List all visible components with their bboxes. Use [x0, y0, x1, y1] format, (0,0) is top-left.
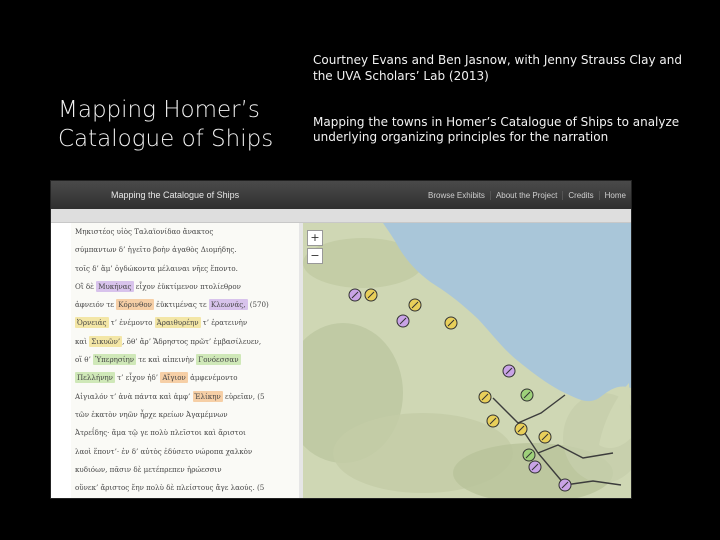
slide-title: Mapping Homer’s Catalogue of Ships	[58, 97, 274, 152]
text-segment: εὐρεῖαν, (5	[222, 391, 265, 401]
text-segment: Ἀτρεΐδης· ἅμα τῷ γε πολὺ πλεῖστοι καὶ ἄρ…	[75, 428, 246, 438]
zoom-out-button[interactable]: −	[307, 248, 323, 264]
place-name-highlight[interactable]: Ὑπερησίην	[93, 354, 137, 366]
text-segment: τε καὶ αἰπεινὴν	[136, 355, 197, 365]
place-name-highlight[interactable]: Μυκήνας	[96, 280, 134, 292]
text-segment: Αἰγιαλόν τ’ ἀνὰ πάντα καὶ ἀμφ’	[75, 391, 193, 401]
text-segment: κυδιόων, πᾶσιν δὲ μετέπρεπεν ἡρώεσσιν	[75, 464, 222, 474]
place-name-highlight[interactable]: Κόρινθον	[116, 299, 154, 311]
map-zoom-control: + −	[307, 230, 323, 266]
slide-credits: Courtney Evans and Ben Jasnow, with Jenn…	[313, 53, 682, 83]
text-segment: (570)	[247, 300, 269, 310]
text-segment: λαοὶ ἕποντ’· ἐν δ’ αὐτὸς ἐδύσετο νώροπα …	[75, 446, 253, 456]
map-canvas[interactable]	[303, 223, 631, 498]
text-line: ἀφνειόν τε Κόρινθον ἐϋκτιμένας τε Κλεωνά…	[71, 296, 299, 314]
text-segment: τ’ εἶχον ἠδ’	[114, 373, 161, 383]
text-segment: Οἳ δὲ	[75, 281, 97, 291]
zoom-in-button[interactable]: +	[307, 230, 323, 246]
place-name-highlight[interactable]: Ἑλίκην	[192, 390, 223, 402]
place-name-highlight[interactable]: Ὀρνειάς	[75, 317, 109, 329]
text-segment: τ’ ἐνέμοντο	[108, 318, 155, 328]
text-line: οἵ θ’ Ὑπερησίην τε καὶ αἰπεινὴν Γονόεσσα…	[71, 351, 299, 369]
text-line: Οἳ δὲ Μυκήνας εἶχον ἐϋκτίμενον πτολίεθρο…	[71, 278, 299, 296]
text-line: Πελλήνην τ’ εἶχον ἠδ’ Αἴγιον ἀμφενέμοντο	[71, 369, 299, 387]
nav-browse-exhibits[interactable]: Browse Exhibits	[423, 191, 490, 200]
map-view[interactable]	[303, 223, 631, 498]
place-name-highlight[interactable]: Κλεωνάς,	[208, 299, 248, 311]
text-line: Ἀτρεΐδης· ἅμα τῷ γε πολὺ πλεῖστοι καὶ ἄρ…	[71, 424, 299, 442]
place-name-highlight[interactable]: Πελλήνην	[75, 372, 115, 384]
text-line: τοῖς δ’ ἅμ’ ὀγδώκοντα μέλαιναι νῆες ἕπον…	[71, 260, 299, 278]
text-segment: σύμπαντων δ’ ἡγεῖτο βοὴν ἀγαθὸς Διομήδης…	[75, 245, 237, 255]
text-segment: τῶν ἑκατὸν νηῶν ἦρχε κρείων Ἀγαμέμνων	[75, 409, 228, 419]
text-line: Μηκιστέος υἱὸς Ταλαϊονίδαο ἄνακτος	[71, 223, 299, 241]
slide-description: Mapping the towns in Homer’s Catalogue o…	[313, 115, 680, 144]
text-line: κυδιόων, πᾶσιν δὲ μετέπρεπεν ἡρώεσσιν	[71, 461, 299, 479]
project-screenshot: Mapping the Catalogue of Ships Browse Ex…	[50, 180, 632, 499]
greek-text-panel: Μηκιστέος υἱὸς Ταλαϊονίδαο ἄνακτος σύμπαν…	[71, 223, 299, 498]
text-segment: ἀφνειόν τε	[75, 300, 117, 310]
nav-credits[interactable]: Credits	[562, 190, 598, 200]
nav-home[interactable]: Home	[598, 190, 631, 200]
text-segment: Μηκιστέος υἱὸς Ταλαϊονίδαο ἄνακτος	[75, 227, 214, 236]
site-title[interactable]: Mapping the Catalogue of Ships	[111, 190, 239, 200]
text-segment: οὕνεκ’ ἄριστος ἔην πολὺ δὲ πλείστους ἄγε…	[75, 483, 265, 493]
nav-about-project[interactable]: About the Project	[489, 190, 562, 200]
text-line: τῶν ἑκατὸν νηῶν ἦρχε κρείων Ἀγαμέμνων	[71, 406, 299, 424]
text-line: Ὀρνειάς τ’ ἐνέμοντο Ἀραιθυρέην τ’ ἐρατει…	[71, 314, 299, 332]
place-name-highlight[interactable]: Σικυῶν’	[89, 335, 123, 347]
place-name-highlight[interactable]: Γονόεσσαν	[196, 354, 241, 366]
text-segment: οἵ θ’	[75, 355, 94, 365]
text-line: Οἳ δ’ εἶχον κοίλην Λακεδαίμονα κητώεσσαν…	[71, 497, 299, 498]
text-segment: εἶχον ἐϋκτίμενον πτολίεθρον	[133, 281, 241, 291]
text-line: Αἰγιαλόν τ’ ἀνὰ πάντα καὶ ἀμφ’ Ἑλίκην εὐ…	[71, 388, 299, 406]
text-line: καὶ Σικυῶν’, ὅθ’ ἄρ’ Ἄδρηστος πρῶτ’ ἐμβα…	[71, 333, 299, 351]
place-name-highlight[interactable]: Ἀραιθυρέην	[154, 317, 201, 329]
text-line: λαοὶ ἕποντ’· ἐν δ’ αὐτὸς ἐδύσετο νώροπα …	[71, 443, 299, 461]
site-nav: Browse Exhibits About the Project Credit…	[423, 190, 631, 200]
text-segment: ἐϋκτιμένας τε	[153, 300, 209, 310]
toolbar-strip	[51, 209, 631, 223]
text-segment: ἀμφενέμοντο	[187, 373, 238, 383]
text-segment: καὶ	[75, 336, 90, 346]
text-line: οὕνεκ’ ἄριστος ἔην πολὺ δὲ πλείστους ἄγε…	[71, 479, 299, 497]
place-name-highlight[interactable]: Αἴγιον	[160, 372, 188, 384]
text-segment: , ὅθ’ ἄρ’ Ἄδρηστος πρῶτ’ ἐμβασίλευεν,	[122, 336, 262, 346]
text-segment: τοῖς δ’ ἅμ’ ὀγδώκοντα μέλαιναι νῆες ἕπον…	[75, 263, 238, 273]
site-navbar: Mapping the Catalogue of Ships Browse Ex…	[51, 181, 631, 209]
text-line: σύμπαντων δ’ ἡγεῖτο βοὴν ἀγαθὸς Διομήδης…	[71, 241, 299, 259]
text-segment: τ’ ἐρατεινὴν	[200, 318, 248, 328]
